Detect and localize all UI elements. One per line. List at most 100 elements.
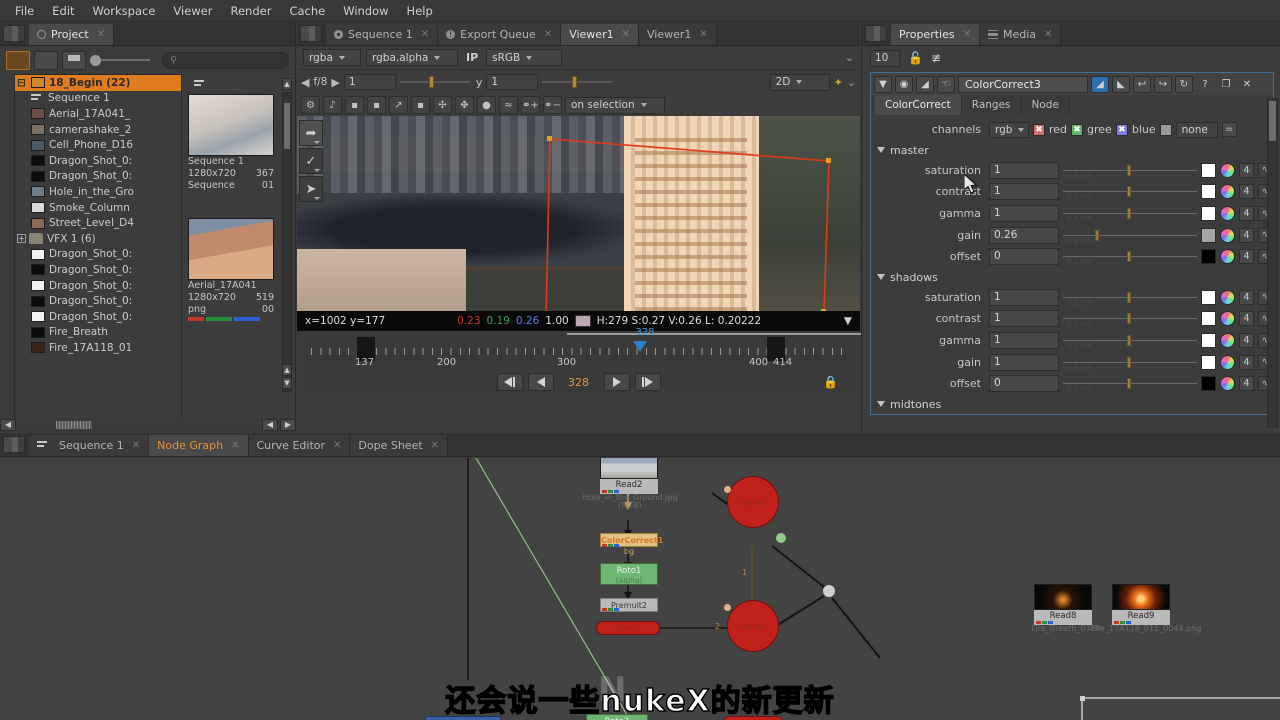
node-mask-icon[interactable]: ◢ <box>916 75 934 93</box>
menu-help[interactable]: Help <box>398 2 442 20</box>
channel-select[interactable]: rgba <box>303 49 361 66</box>
details-scrollbar[interactable] <box>282 92 292 392</box>
property-slider[interactable]: 0.2 0.5 <box>1063 375 1197 393</box>
close-icon[interactable]: ✕ <box>431 440 439 451</box>
color-wheel-icon[interactable] <box>1220 289 1235 305</box>
color-wheel-icon[interactable] <box>1220 227 1235 243</box>
tree-item[interactable]: Dragon_Shot_0: <box>15 278 181 294</box>
ip-button[interactable]: IP <box>463 51 481 64</box>
viewer-panel-grip-icon[interactable] <box>300 25 322 42</box>
menu-render[interactable]: Render <box>221 2 280 20</box>
thumbnail-size-slider[interactable] <box>90 54 150 66</box>
tab-curve-editor[interactable]: Curve Editor ✕ <box>248 435 351 456</box>
property-slider[interactable]: 0.2 0.5 <box>1063 227 1197 245</box>
property-color-swatch[interactable] <box>1201 162 1216 178</box>
node-input-dot[interactable] <box>724 604 731 611</box>
close-icon[interactable]: ✕ <box>1044 29 1052 40</box>
gamma-slider[interactable] <box>542 75 613 89</box>
detail-card-2[interactable]: Aerial_17A041 1280x720 519 png 00 <box>188 218 274 321</box>
tree-item[interactable]: Dragon_Shot_0: <box>15 262 181 278</box>
gain-input[interactable]: 1 <box>343 74 396 90</box>
property-slider[interactable]: 0.2 0.5 <box>1063 332 1197 350</box>
channel-count-button[interactable]: 4 <box>1239 311 1254 327</box>
property-color-swatch[interactable] <box>1201 289 1216 305</box>
property-value-input[interactable]: 0 <box>989 248 1059 266</box>
node-input-dot[interactable] <box>724 486 731 493</box>
channel-count-button[interactable]: 4 <box>1239 249 1254 265</box>
remove-point-icon[interactable]: ▪ <box>411 96 430 114</box>
max-panels-input[interactable]: 10 <box>870 49 900 67</box>
project-hscrollbar[interactable]: ◀ ◀ ▶ <box>0 418 296 432</box>
color-wheel-icon[interactable] <box>1220 184 1235 200</box>
property-group-header[interactable]: shadows <box>871 268 1273 287</box>
detail-thumbnail-2[interactable] <box>188 218 274 280</box>
tree-item[interactable]: + VFX 1 (6) <box>15 231 181 247</box>
view-detail-button[interactable] <box>34 50 58 70</box>
property-value-input[interactable]: 0.26 <box>989 226 1059 244</box>
layer-select[interactable]: rgba.alpha <box>366 49 458 66</box>
channel-count-button[interactable]: 4 <box>1239 289 1254 305</box>
transform-point-icon[interactable]: ✣ <box>433 96 452 114</box>
color-wheel-icon[interactable] <box>1220 333 1235 349</box>
menu-cache[interactable]: Cache <box>280 2 334 20</box>
settings-gear-icon[interactable]: ⚙ <box>301 96 320 114</box>
color-wheel-icon[interactable] <box>1220 354 1235 370</box>
viewmode-select[interactable]: 2D <box>769 73 830 91</box>
hscroll-next-button[interactable]: ▶ <box>280 419 296 431</box>
play-forward-button[interactable] <box>603 373 630 391</box>
tab-media[interactable]: Media ✕ <box>979 24 1062 45</box>
scroll-up-button[interactable]: ▲ <box>282 78 292 90</box>
properties-scroll-thumb[interactable] <box>1269 101 1276 141</box>
mask-select[interactable]: none <box>1175 121 1218 138</box>
channel-blue-checkbox[interactable]: ✖ <box>1115 123 1128 136</box>
tree-item[interactable]: Dragon_Shot_0: <box>15 309 181 325</box>
properties-scrollbar[interactable] <box>1267 98 1278 428</box>
tab-project[interactable]: Project ✕ <box>29 24 115 45</box>
close-icon[interactable]: ✕ <box>963 29 971 40</box>
close-node-icon[interactable]: ✕ <box>1238 76 1256 93</box>
property-value-input[interactable]: 1 <box>989 205 1059 223</box>
prev-keyframe-button[interactable] <box>496 373 523 391</box>
channel-green-checkbox[interactable]: ✖ <box>1071 123 1084 136</box>
collapse-icon[interactable]: ▼ <box>874 75 892 93</box>
nodegraph-canvas[interactable]: Read2 Hole_in_the_Ground.jpg (RGB) Color… <box>0 458 1280 720</box>
expand-icon[interactable]: ⊟ <box>17 77 31 89</box>
tree-root-row[interactable]: ⊟ 18_Begin (22) <box>15 75 181 91</box>
property-slider[interactable]: 0.2 0.5 <box>1063 183 1197 201</box>
property-slider[interactable]: 0.2 0.5 <box>1063 205 1197 223</box>
channel-count-button[interactable]: 4 <box>1239 333 1254 349</box>
tab-ng-sequence-1[interactable]: Sequence 1 ✕ <box>29 435 150 456</box>
color-wheel-icon[interactable] <box>1220 311 1235 327</box>
node-gradient-a-icon[interactable]: ◢ <box>1091 75 1109 93</box>
status-more-icon[interactable]: ▼ <box>844 315 852 327</box>
property-slider[interactable]: 0.2 0.5 <box>1063 162 1197 180</box>
property-slider[interactable]: 0.2 0.5 <box>1063 354 1197 372</box>
play-backward-button[interactable] <box>527 373 554 391</box>
roto-mode-select[interactable]: on selection <box>565 96 665 114</box>
current-frame-field[interactable]: 328 <box>559 376 599 389</box>
viewer-canvas[interactable]: ➦ ✓ ➤ x=1002 y=177 0.23 0.19 0.26 1.00 H… <box>297 116 860 331</box>
menu-window[interactable]: Window <box>334 2 397 20</box>
color-wheel-icon[interactable] <box>1220 249 1235 265</box>
channel-count-button[interactable]: 4 <box>1239 354 1254 370</box>
property-slider[interactable]: 0.2 0.5 <box>1063 248 1197 266</box>
panel-grip-icon[interactable] <box>3 25 25 42</box>
tree-item[interactable]: Smoke_Column <box>15 200 181 216</box>
view-grid-button[interactable] <box>6 50 30 70</box>
hscroll-prev-button[interactable]: ◀ <box>262 419 278 431</box>
project-tree[interactable]: ⊟ 18_Begin (22) Sequence 1 Aerial_17A041_… <box>14 74 182 426</box>
close-icon[interactable]: ✕ <box>333 440 341 451</box>
key-remove-icon[interactable]: ⚭− <box>543 96 562 114</box>
channels-select[interactable]: rgb <box>989 121 1029 138</box>
roto-overlay[interactable] <box>297 116 860 331</box>
add-point-1-icon[interactable]: ▪ <box>367 96 386 114</box>
scroll-down-button-b[interactable]: ▼ <box>282 377 292 389</box>
property-value-input[interactable]: 1 <box>989 183 1059 201</box>
property-slider[interactable]: 0.2 0.5 <box>1063 289 1197 307</box>
detail-thumbnail[interactable] <box>188 94 274 156</box>
node-premult2[interactable]: Premult2 <box>600 598 658 612</box>
menu-file[interactable]: File <box>6 2 43 20</box>
search-input[interactable]: ⚲ <box>162 51 289 69</box>
undo-icon[interactable]: ↩ <box>1133 75 1151 93</box>
node-color-icon[interactable]: ◉ <box>895 75 913 93</box>
